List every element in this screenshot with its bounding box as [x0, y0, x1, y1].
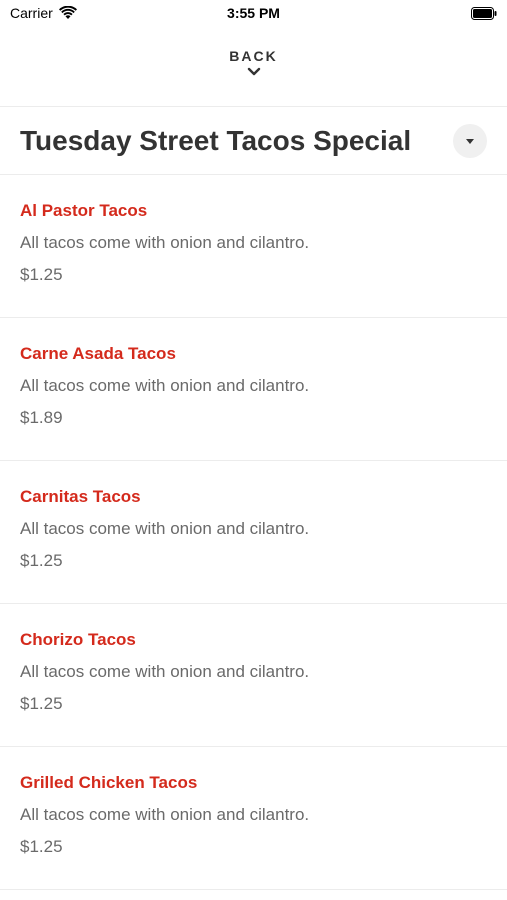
menu-item-price: $1.25	[20, 694, 63, 713]
menu-item[interactable]: Al Pastor Tacos All tacos come with onio…	[0, 175, 507, 318]
menu-item-price: $1.89	[20, 408, 63, 427]
chevron-down-icon	[247, 67, 260, 76]
menu-item[interactable]: Grilled Chicken Tacos All tacos come wit…	[0, 747, 507, 890]
menu-list: Al Pastor Tacos All tacos come with onio…	[0, 175, 507, 890]
section-title: Tuesday Street Tacos Special	[20, 125, 412, 156]
menu-item-name: Grilled Chicken Tacos	[20, 773, 198, 792]
menu-item[interactable]: Chorizo Tacos All tacos come with onion …	[0, 604, 507, 747]
menu-item-description: All tacos come with onion and cilantro.	[20, 662, 310, 681]
menu-item-description: All tacos come with onion and cilantro.	[20, 376, 310, 395]
back-label: BACK	[229, 48, 278, 64]
menu-item-price: $1.25	[20, 551, 63, 570]
menu-item-name: Carne Asada Tacos	[20, 344, 176, 363]
battery-icon	[471, 7, 497, 20]
caret-down-icon	[466, 138, 474, 144]
menu-item-description: All tacos come with onion and cilantro.	[20, 233, 310, 252]
menu-item[interactable]: Carnitas Tacos All tacos come with onion…	[0, 461, 507, 604]
section-dropdown-button[interactable]	[453, 124, 487, 158]
menu-item-description: All tacos come with onion and cilantro.	[20, 805, 310, 824]
menu-item-price: $1.25	[20, 265, 63, 284]
menu-item-name: Carnitas Tacos	[20, 487, 141, 506]
menu-item-name: Al Pastor Tacos	[20, 201, 148, 220]
menu-item-price: $1.25	[20, 837, 63, 856]
status-bar: Carrier 3:55 PM	[0, 0, 507, 30]
status-time: 3:55 PM	[227, 5, 280, 21]
menu-item-description: All tacos come with onion and cilantro.	[20, 519, 310, 538]
header-divider	[0, 106, 507, 107]
menu-item-name: Chorizo Tacos	[20, 630, 136, 649]
back-button[interactable]: BACK	[0, 48, 507, 92]
section-header: Tuesday Street Tacos Special	[0, 108, 507, 174]
menu-item[interactable]: Carne Asada Tacos All tacos come with on…	[0, 318, 507, 461]
